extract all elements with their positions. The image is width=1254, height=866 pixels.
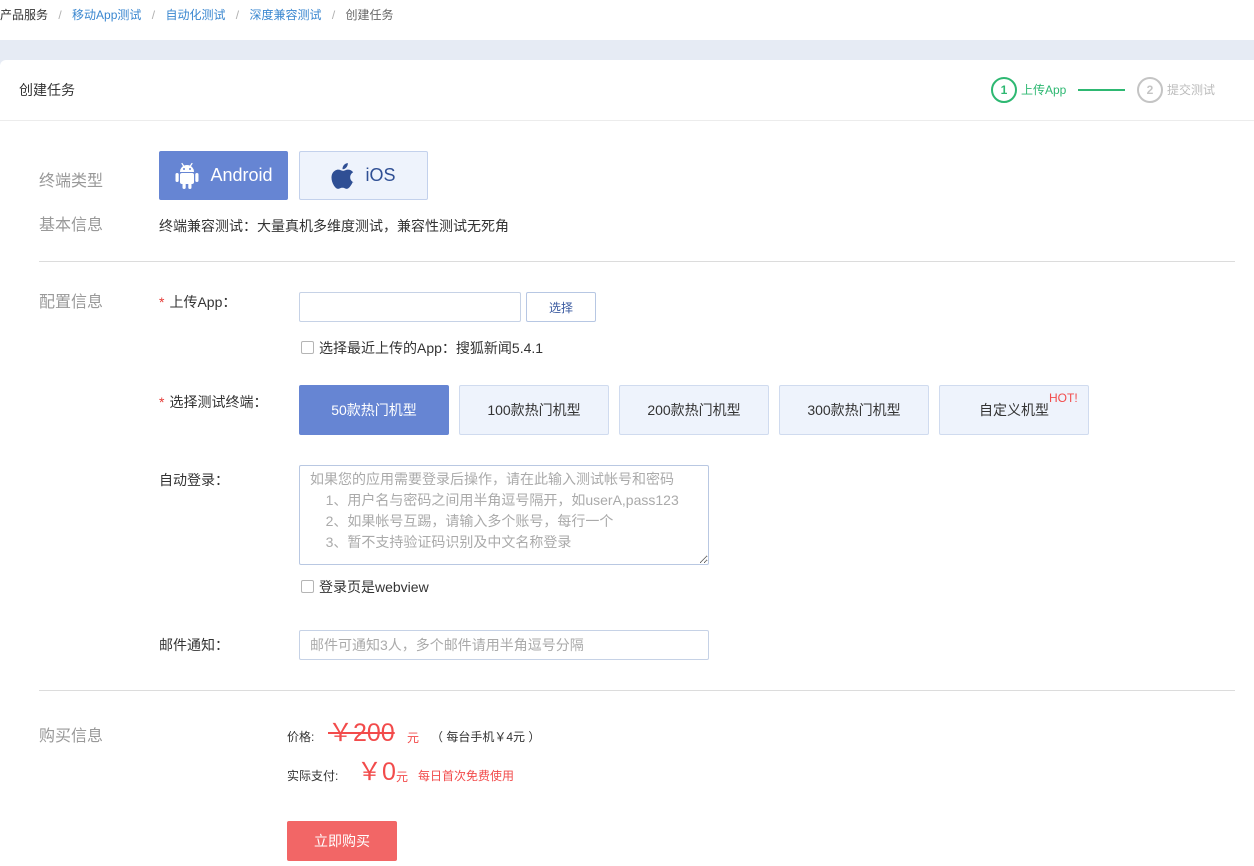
terminal-option-custom[interactable]: 自定义机型 HOT!	[939, 385, 1089, 435]
terminal-option-custom-wrap: 自定义机型 HOT!	[979, 391, 1078, 420]
hot-badge: HOT!	[1049, 391, 1078, 405]
webview-checkbox-label[interactable]: 登录页是webview	[319, 578, 429, 596]
section-divider	[39, 261, 1235, 262]
auto-login-textarea[interactable]	[299, 465, 709, 565]
breadcrumb-separator: /	[151, 8, 156, 22]
email-input[interactable]	[299, 630, 709, 660]
upload-app-label: * 上传App：	[159, 293, 236, 311]
platform-android-button[interactable]: Android	[159, 151, 288, 200]
section-divider	[39, 690, 1235, 691]
upload-app-label-text: 上传App：	[169, 294, 237, 310]
terminal-option-200[interactable]: 200款热门机型	[619, 385, 769, 435]
terminals-label: * 选择测试终端：	[159, 393, 267, 411]
terminal-option-label: 50款热门机型	[331, 402, 417, 418]
webview-checkbox[interactable]	[301, 580, 314, 593]
upload-app-input[interactable]	[299, 292, 521, 322]
breadcrumb-item-deep-compat-testing[interactable]: 深度兼容测试	[249, 8, 321, 22]
breadcrumb-separator: /	[331, 8, 336, 22]
original-price: ￥200	[328, 719, 395, 747]
platform-ios-label: iOS	[365, 165, 396, 185]
price-per-device-note: （ 每台手机￥4元 ）	[431, 730, 541, 744]
auto-login-label: 自动登录：	[159, 472, 229, 488]
section-label-basic-info: 基本信息	[39, 217, 104, 234]
apple-icon	[331, 162, 355, 190]
step-connector	[1078, 89, 1125, 91]
breadcrumb-item-product-services: 产品服务	[0, 8, 49, 22]
step-2-label: 提交测试	[1167, 83, 1216, 97]
original-price-unit: 元	[407, 731, 420, 745]
section-label-terminal-type: 终端类型	[39, 173, 104, 190]
step-1-circle: 1	[991, 77, 1017, 103]
recent-app-checkbox[interactable]	[301, 341, 314, 354]
breadcrumb-item-mobile-app-testing[interactable]: 移动App测试	[72, 8, 141, 22]
terminal-option-100[interactable]: 100款热门机型	[459, 385, 609, 435]
basic-info-text: 终端兼容测试：大量真机多维度测试，兼容性测试无死角	[159, 218, 509, 234]
choose-file-button[interactable]: 选择	[526, 292, 596, 322]
terminal-option-label: 300款热门机型	[807, 402, 901, 418]
breadcrumb-item-automation-testing[interactable]: 自动化测试	[165, 8, 225, 22]
breadcrumb-separator: /	[58, 8, 62, 22]
terminal-option-label: 200款热门机型	[647, 402, 741, 418]
terminals-label-text: 选择测试终端：	[169, 394, 268, 410]
terminal-option-50[interactable]: 50款热门机型	[299, 385, 449, 435]
section-label-purchase: 购买信息	[39, 728, 104, 745]
email-label: 邮件通知：	[159, 637, 229, 653]
breadcrumb-item-create-task: 创建任务	[345, 8, 394, 22]
price-label: 价格:	[287, 730, 315, 744]
create-task-card: 创建任务 1 上传App 2 提交测试 终端类型 Android iOS 基本信…	[0, 60, 1254, 866]
terminal-option-300[interactable]: 300款热门机型	[779, 385, 929, 435]
actual-pay-label: 实际支付:	[287, 769, 339, 783]
section-label-config: 配置信息	[39, 294, 104, 311]
terminal-option-label: 自定义机型	[979, 402, 1049, 418]
header-divider	[0, 120, 1254, 121]
required-mark: *	[159, 394, 165, 410]
step-1-label: 上传App	[1021, 83, 1067, 97]
breadcrumb: 产品服务 / 移动App测试 / 自动化测试 / 深度兼容测试 / 创建任务	[0, 6, 394, 24]
buy-now-button[interactable]: 立即购买	[287, 821, 397, 861]
terminal-option-label: 100款热门机型	[487, 402, 581, 418]
recent-app-checkbox-label[interactable]: 选择最近上传的App：搜狐新闻5.4.1	[319, 339, 543, 357]
required-mark: *	[159, 294, 165, 310]
free-daily-note: 每日首次免费使用	[418, 769, 515, 783]
android-icon	[174, 161, 200, 191]
actual-pay-unit: 元	[396, 770, 409, 784]
platform-android-label: Android	[210, 165, 273, 185]
platform-ios-button[interactable]: iOS	[299, 151, 428, 200]
actual-pay-amount: ￥0	[357, 758, 396, 786]
page-title: 创建任务	[19, 82, 75, 98]
breadcrumb-separator: /	[235, 8, 240, 22]
step-2-circle: 2	[1137, 77, 1163, 103]
